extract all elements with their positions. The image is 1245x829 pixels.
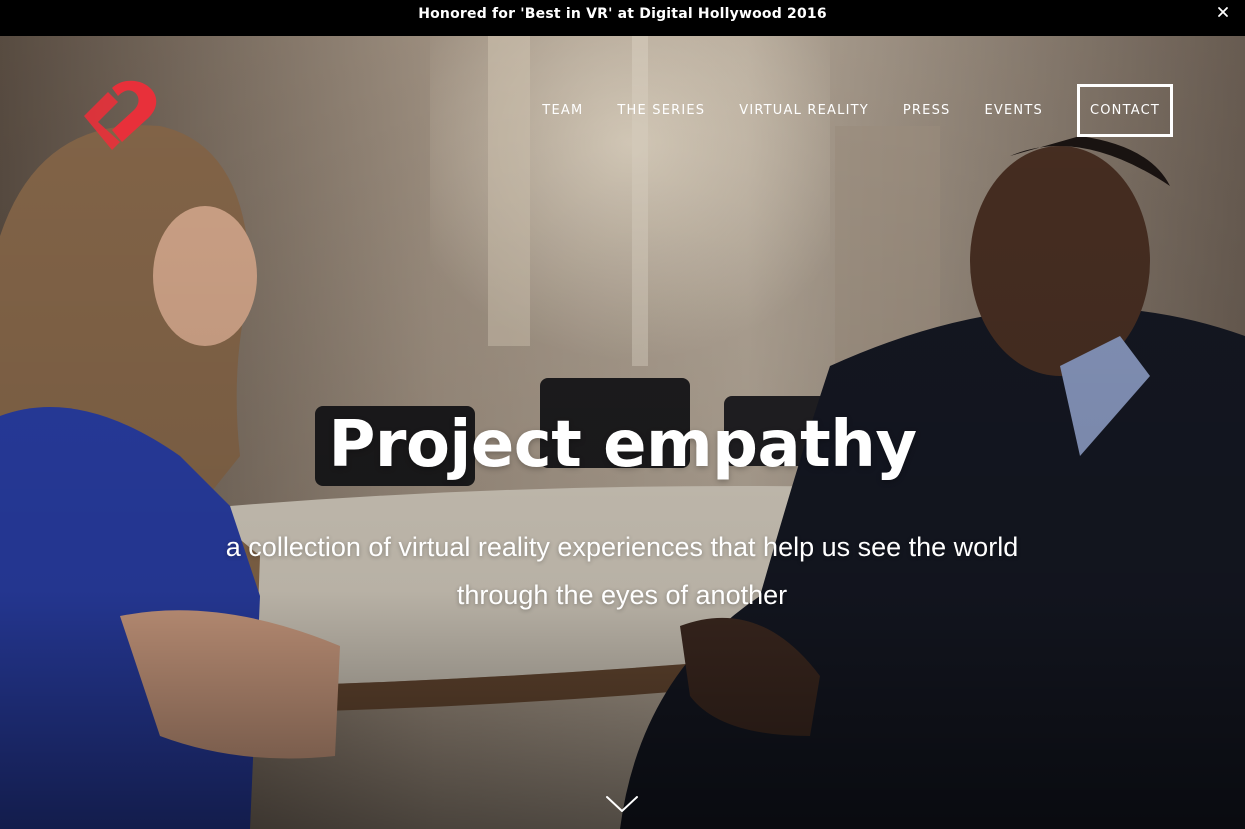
hero-section: TEAM THE SERIES VIRTUAL REALITY PRESS EV…	[0, 36, 1245, 829]
nav-item-virtual-reality[interactable]: VIRTUAL REALITY	[739, 103, 869, 118]
nav-item-press[interactable]: PRESS	[903, 103, 951, 118]
chevron-down-icon[interactable]	[605, 794, 639, 814]
nav-item-team[interactable]: TEAM	[542, 103, 583, 118]
announcement-bar: Honored for 'Best in VR' at Digital Holl…	[0, 0, 1245, 28]
nav-item-the-series[interactable]: THE SERIES	[617, 103, 705, 118]
nav-item-events[interactable]: EVENTS	[984, 103, 1042, 118]
hero-subtitle: a collection of virtual reality experien…	[225, 532, 1019, 610]
hero-title: Project empathy	[328, 408, 917, 482]
heart-logo-icon[interactable]	[82, 80, 160, 150]
main-nav: TEAM THE SERIES VIRTUAL REALITY PRESS EV…	[508, 84, 1173, 137]
close-icon[interactable]	[1215, 4, 1231, 20]
contact-button[interactable]: CONTACT	[1076, 84, 1173, 137]
announcement-text: Honored for 'Best in VR' at Digital Holl…	[418, 6, 827, 22]
